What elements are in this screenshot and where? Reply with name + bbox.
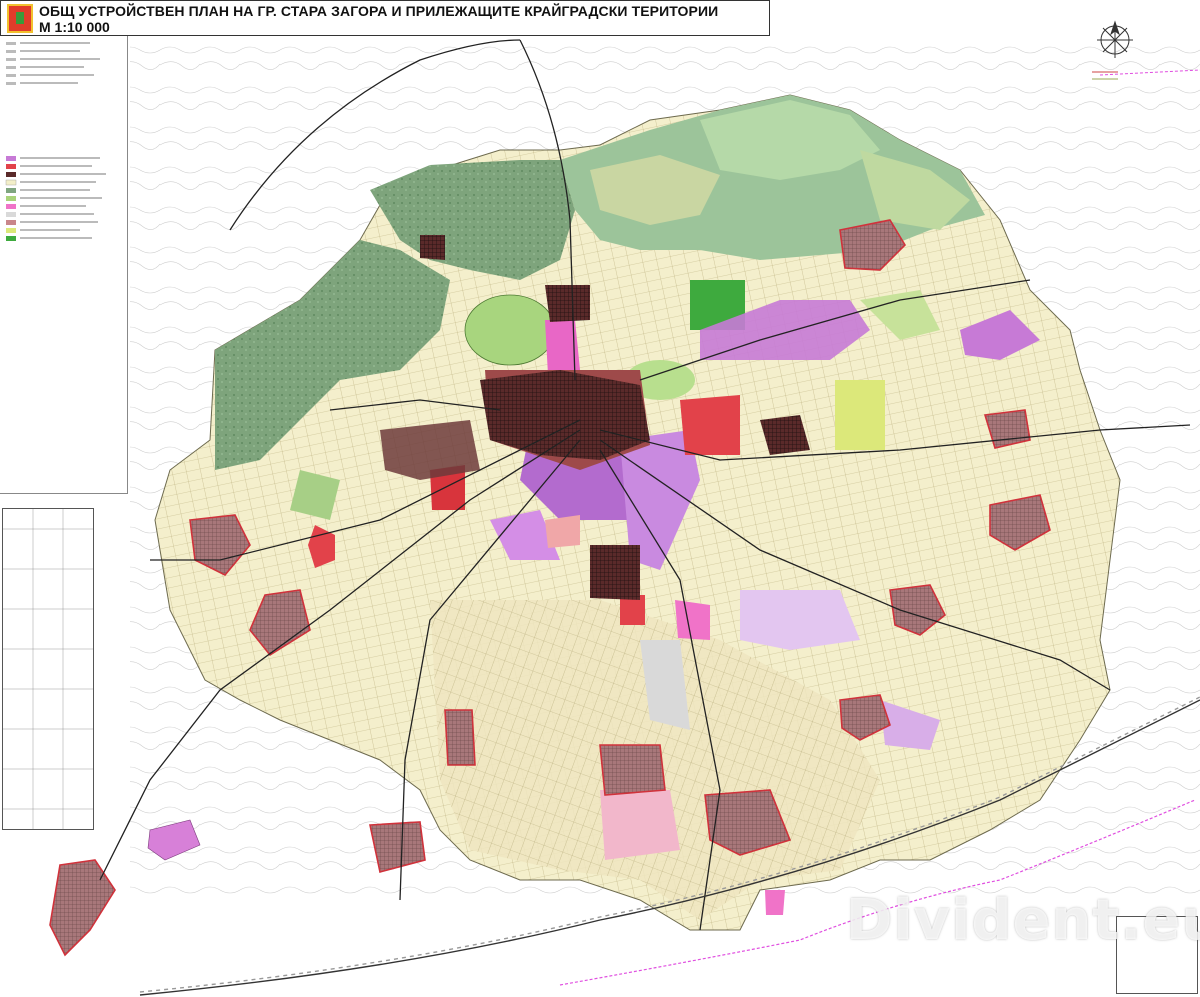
watermark: Divident.eu [846, 888, 1200, 953]
legend-panel [0, 36, 128, 494]
map-scale: М 1:10 000 [39, 19, 110, 35]
title-block: ОБЩ УСТРОЙСТВЕН ПЛАН НА ГР. СТАРА ЗАГОРА… [0, 0, 770, 36]
data-table-panel [2, 508, 94, 830]
city-coat-of-arms-icon [7, 4, 33, 33]
general-plan-map [0, 0, 1200, 997]
map-title: ОБЩ УСТРОЙСТВЕН ПЛАН НА ГР. СТАРА ЗАГОРА… [39, 3, 719, 19]
